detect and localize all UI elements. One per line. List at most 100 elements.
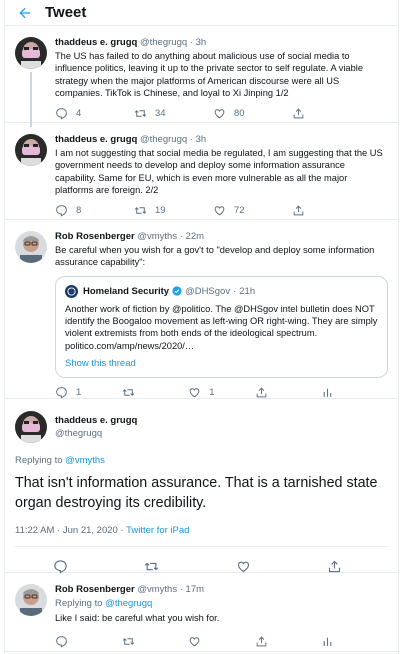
heart-icon[interactable] xyxy=(236,559,251,574)
share-button[interactable] xyxy=(255,635,322,648)
timestamp[interactable]: 17m xyxy=(186,584,204,595)
back-arrow-icon xyxy=(19,7,31,18)
avatar[interactable] xyxy=(15,134,47,166)
grugq-avatar-icon xyxy=(15,37,47,69)
like-button[interactable]: 1 xyxy=(188,386,255,399)
user-handle[interactable]: @thegrugq xyxy=(140,134,187,145)
display-name[interactable]: Rob Rosenberger xyxy=(55,584,135,595)
tweet-text: Like I said: be careful what you wish fo… xyxy=(55,613,220,623)
tweet-3[interactable]: Rob Rosenberger @vmyths · 22m Be careful… xyxy=(5,220,398,399)
separator: · xyxy=(189,37,193,48)
reply-icon xyxy=(56,636,67,648)
reply-button[interactable]: 4 xyxy=(55,107,134,120)
separator: · xyxy=(189,134,193,145)
analytics-icon xyxy=(324,637,332,646)
tweet-actions: 1 1 xyxy=(55,381,388,403)
reply-count: 4 xyxy=(76,108,82,120)
retweet-icon[interactable] xyxy=(144,559,159,574)
share-icon[interactable] xyxy=(327,559,342,574)
focused-timestamp[interactable]: 11:22 AM · Jun 21, 2020 · xyxy=(15,525,126,536)
tweet-text: The US has failed to do anything about m… xyxy=(55,51,364,99)
like-count: 72 xyxy=(234,205,245,217)
quoted-text-body: Another work of fiction by @politico. Th… xyxy=(65,303,378,339)
avatar[interactable] xyxy=(15,411,47,443)
share-icon xyxy=(293,108,304,119)
heart-icon xyxy=(214,109,225,119)
quoted-display-name[interactable]: Homeland Security xyxy=(83,286,169,297)
thread-line xyxy=(30,72,32,127)
like-count: 1 xyxy=(209,386,215,398)
like-button[interactable]: 72 xyxy=(213,204,292,217)
tweet-1[interactable]: thaddeus e. grugq @thegrugq · 3h The US … xyxy=(5,26,398,127)
reply-icon xyxy=(56,108,67,120)
quoted-link[interactable]: politico.com/amp/news/2020/… xyxy=(65,340,378,352)
reply-tweet[interactable]: Rob Rosenberger @vmyths · 17m Replying t… xyxy=(5,573,398,652)
retweet-button[interactable] xyxy=(122,635,189,648)
share-button[interactable] xyxy=(292,107,371,120)
analytics-button[interactable] xyxy=(321,386,388,399)
tweet-meta: Rob Rosenberger @vmyths · 17m xyxy=(55,584,388,596)
quoted-timestamp[interactable]: 21h xyxy=(239,286,255,297)
tweet-meta: thaddeus e. grugq @thegrugq · 3h xyxy=(55,134,388,146)
show-thread-link[interactable]: Show this thread xyxy=(65,358,378,369)
avatar[interactable] xyxy=(15,231,47,263)
analytics-button[interactable] xyxy=(321,635,388,648)
grugq-avatar-icon xyxy=(15,411,47,443)
separator: · xyxy=(179,584,183,595)
reply-count: 8 xyxy=(76,205,82,217)
tweet-meta: Rob Rosenberger @vmyths · 22m xyxy=(55,231,388,243)
focused-tweet-author[interactable]: thaddeus e. grugq @thegrugq xyxy=(15,411,388,443)
timestamp[interactable]: 3h xyxy=(196,37,207,48)
quoted-tweet-meta: Homeland Security @DHSgov · 21h xyxy=(65,284,378,298)
retweet-button[interactable]: 19 xyxy=(134,204,213,217)
retweet-button[interactable]: 34 xyxy=(134,107,213,120)
share-button[interactable] xyxy=(255,386,322,399)
share-button[interactable] xyxy=(292,204,371,217)
quoted-tweet-text: Another work of fiction by @politico. Th… xyxy=(65,303,378,352)
retweet-count: 19 xyxy=(155,205,166,217)
replying-to-handle[interactable]: @thegrugq xyxy=(105,598,152,609)
dhs-seal-icon xyxy=(65,284,78,298)
reply-button[interactable] xyxy=(55,635,122,648)
tweet-thread-frame: Tweet thaddeus e. grugq @thegrugq · 3h T… xyxy=(4,0,399,654)
user-handle[interactable]: @vmyths xyxy=(137,231,177,242)
rob-avatar-icon xyxy=(15,584,47,616)
back-button[interactable] xyxy=(5,0,45,26)
replying-to-label: Replying to xyxy=(15,455,63,466)
share-icon xyxy=(256,386,267,397)
reply-button[interactable]: 8 xyxy=(55,204,134,217)
quoted-tweet[interactable]: Homeland Security @DHSgov · 21h Another … xyxy=(55,275,388,378)
author-names: thaddeus e. grugq @thegrugq xyxy=(55,414,137,440)
analytics-icon xyxy=(324,388,332,397)
tweet-source[interactable]: Twitter for iPad xyxy=(126,525,189,536)
user-handle[interactable]: @thegrugq xyxy=(140,37,187,48)
replying-to-label: Replying to xyxy=(55,598,103,609)
retweet-icon xyxy=(134,110,147,118)
user-handle[interactable]: @vmyths xyxy=(137,584,177,595)
replying-to-handle[interactable]: @vmyths xyxy=(65,455,105,466)
reply-button[interactable]: 1 xyxy=(55,386,122,399)
display-name[interactable]: thaddeus e. grugq xyxy=(55,134,137,145)
display-name[interactable]: Rob Rosenberger xyxy=(55,231,135,242)
quoted-user-handle[interactable]: @DHSgov xyxy=(185,286,230,297)
timestamp[interactable]: 22m xyxy=(186,231,204,242)
avatar[interactable] xyxy=(15,584,47,616)
reply-icon[interactable] xyxy=(53,559,68,574)
grugq-avatar-icon xyxy=(15,134,47,166)
user-handle[interactable]: @thegrugq xyxy=(55,427,137,440)
display-name[interactable]: thaddeus e. grugq xyxy=(55,37,137,48)
tweet-2[interactable]: thaddeus e. grugq @thegrugq · 3h I am no… xyxy=(5,123,398,220)
avatar[interactable] xyxy=(15,37,47,69)
retweet-button[interactable] xyxy=(122,386,189,399)
heart-icon xyxy=(214,206,225,216)
focused-tweet: thaddeus e. grugq @thegrugq Replying to … xyxy=(5,399,398,573)
reply-icon xyxy=(56,205,67,217)
like-button[interactable] xyxy=(188,635,255,648)
reply-count: 1 xyxy=(76,386,82,398)
share-icon xyxy=(256,636,267,647)
display-name[interactable]: thaddeus e. grugq xyxy=(55,414,137,427)
timestamp[interactable]: 3h xyxy=(196,134,207,145)
rob-avatar-icon xyxy=(15,231,47,263)
replying-to-line: Replying to @vmyths xyxy=(15,455,388,466)
like-button[interactable]: 80 xyxy=(213,107,292,120)
